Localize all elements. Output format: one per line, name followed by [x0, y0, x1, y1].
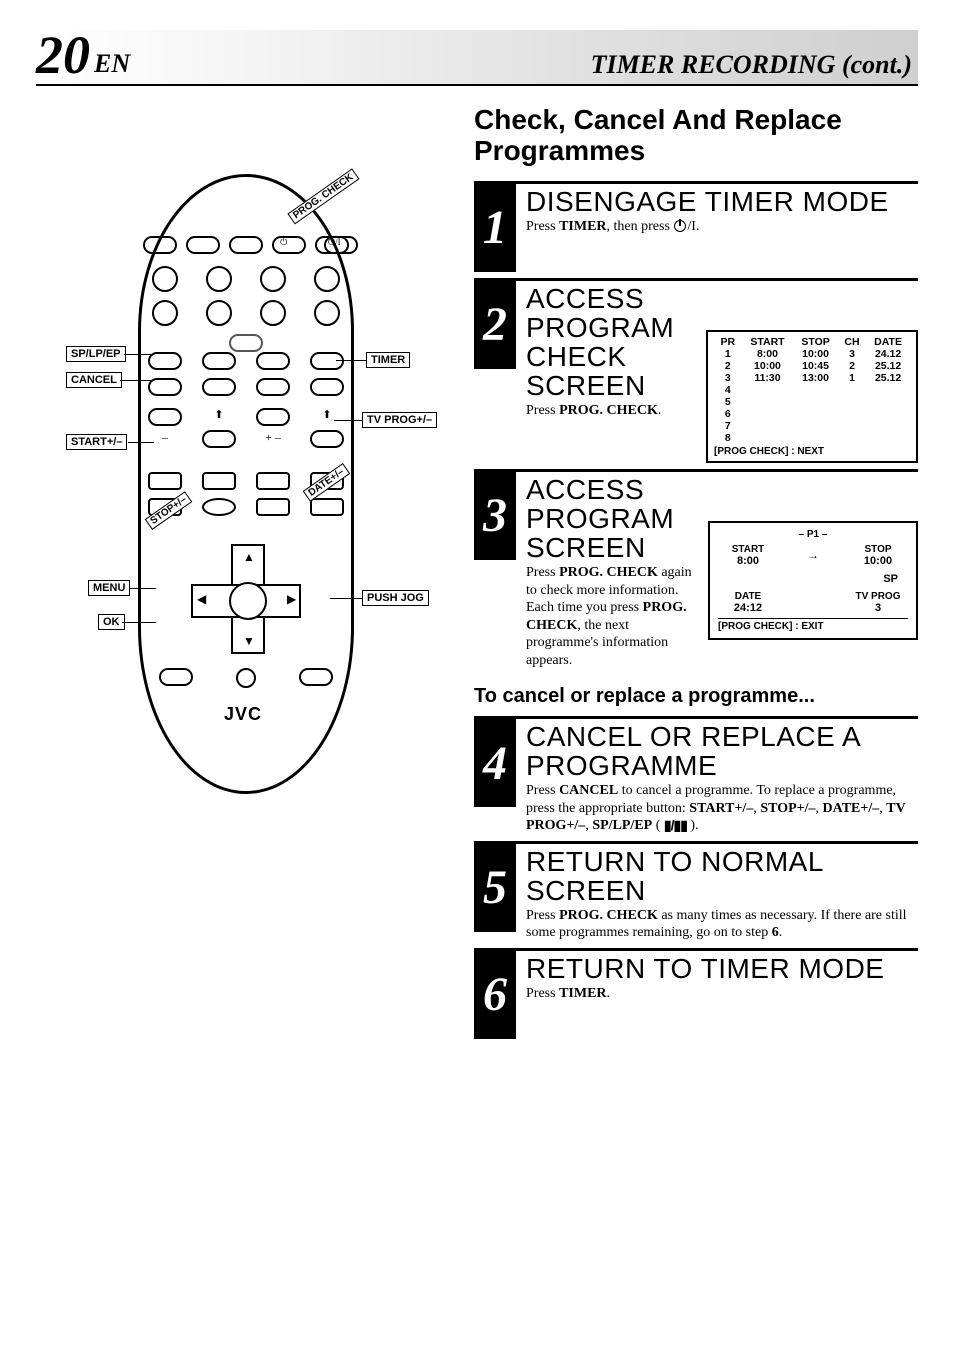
label-ok: OK: [98, 614, 125, 630]
label-tv-prog: TV PROG+/–: [362, 412, 437, 428]
osd-program-list: PRSTARTSTOPCHDATE18:0010:00324.12210:001…: [706, 330, 918, 463]
step-text: Press PROG. CHECK.: [526, 402, 696, 420]
label-timer: TIMER: [366, 352, 410, 368]
step-title: RETURN TO TIMER MODE: [526, 954, 918, 983]
label-menu: MENU: [88, 580, 130, 596]
main-title: Check, Cancel And Replace Programmes: [474, 104, 918, 167]
step-4: 4CANCEL OR REPLACE A PROGRAMMEPress CANC…: [474, 716, 918, 835]
remote-illustration: ⏻ ⏻/I ⬆ ⬆: [66, 174, 426, 814]
step-title: RETURN TO NORMAL SCREEN: [526, 847, 918, 905]
step-number: 1: [474, 184, 516, 272]
step-text: Press TIMER, then press /I.: [526, 218, 918, 236]
brand-logo: JVC: [224, 704, 262, 725]
label-cancel: CANCEL: [66, 372, 122, 388]
page-number: 20: [36, 28, 90, 82]
step-title: DISENGAGE TIMER MODE: [526, 187, 918, 216]
step-number: 5: [474, 844, 516, 932]
osd-program-detail: – P1 – START8:00 → STOP10:00 SP DATE24:1…: [708, 521, 918, 640]
step-title: ACCESS PROGRAM CHECK SCREEN: [526, 284, 696, 400]
label-push-jog: PUSH JOG: [362, 590, 429, 606]
label-sp-lp-ep: SP/LP/EP: [66, 346, 126, 362]
step-number: 4: [474, 719, 516, 807]
page-header: 20 EN TIMER RECORDING (cont.): [36, 30, 918, 86]
power-icon: [674, 220, 686, 232]
step-3: 3 ACCESS PROGRAM SCREEN Press PROG. CHEC…: [474, 469, 918, 669]
step-number: 6: [474, 951, 516, 1039]
step-title: ACCESS PROGRAM SCREEN: [526, 475, 698, 562]
step-number: 2: [474, 281, 516, 369]
step-text: Press CANCEL to cancel a programme. To r…: [526, 782, 918, 835]
page-lang: EN: [94, 49, 130, 79]
osd-footer: [PROG CHECK] : NEXT: [714, 446, 910, 457]
step-5: 5RETURN TO NORMAL SCREENPress PROG. CHEC…: [474, 841, 918, 942]
sub-title: To cancel or replace a programme...: [474, 685, 918, 708]
step-text: Press PROG. CHECK as many times as neces…: [526, 907, 918, 942]
step-1: 1 DISENGAGE TIMER MODE Press TIMER, then…: [474, 181, 918, 272]
label-start: START+/–: [66, 434, 127, 450]
step-text: Press PROG. CHECK again to check more in…: [526, 564, 698, 669]
step-text: Press TIMER.: [526, 985, 918, 1003]
step-2: 2 ACCESS PROGRAM CHECK SCREEN Press PROG…: [474, 278, 918, 463]
header-title: TIMER RECORDING (cont.): [591, 50, 912, 82]
step-number: 3: [474, 472, 516, 560]
step-title: CANCEL OR REPLACE A PROGRAMME: [526, 722, 918, 780]
step-6: 6 RETURN TO TIMER MODE Press TIMER.: [474, 948, 918, 1039]
